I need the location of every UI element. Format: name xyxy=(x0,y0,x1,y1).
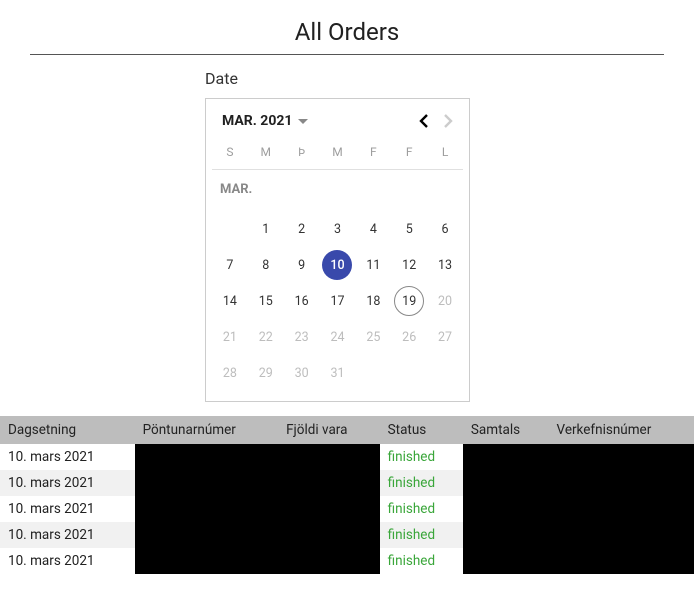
calendar-day[interactable]: 3 xyxy=(320,211,356,247)
calendar-divider xyxy=(212,169,463,170)
calendar-day[interactable]: 16 xyxy=(284,283,320,319)
calendar-day[interactable]: 9 xyxy=(284,247,320,283)
column-header: Dagsetning xyxy=(0,416,135,444)
cell-date: 10. mars 2021 xyxy=(0,496,135,522)
cell-order-number xyxy=(135,522,279,548)
month-selector[interactable]: MAR. 2021 xyxy=(222,113,308,129)
column-header: Pöntunarnúmer xyxy=(135,416,279,444)
calendar-day: 22 xyxy=(248,319,284,355)
column-header: Fjöldi vara xyxy=(278,416,380,444)
calendar-day: 23 xyxy=(284,319,320,355)
calendar-day: 24 xyxy=(320,319,356,355)
cell-project-number xyxy=(549,470,694,496)
table-row: 10. mars 2021 finished xyxy=(0,444,694,470)
cell-status: finished xyxy=(380,548,463,574)
month-nav xyxy=(419,114,453,128)
calendar-day: 25 xyxy=(355,319,391,355)
cell-item-count xyxy=(278,522,380,548)
calendar-day[interactable]: 18 xyxy=(355,283,391,319)
month-abbr-label: MAR. xyxy=(212,180,463,211)
calendar: MAR. 2021 SMÞMFFLMAR.1234567891011121314… xyxy=(205,98,470,402)
calendar-day[interactable]: 19 xyxy=(391,283,427,319)
table-header-row: DagsetningPöntunarnúmerFjöldi varaStatus… xyxy=(0,416,694,444)
calendar-day: 20 xyxy=(427,283,463,319)
cell-date: 10. mars 2021 xyxy=(0,470,135,496)
cell-order-number xyxy=(135,548,279,574)
calendar-day[interactable]: 15 xyxy=(248,283,284,319)
next-month-button xyxy=(443,114,453,128)
calendar-day: 30 xyxy=(284,355,320,391)
page-title: All Orders xyxy=(0,0,694,54)
calendar-day[interactable]: 4 xyxy=(355,211,391,247)
cell-status: finished xyxy=(380,522,463,548)
cell-item-count xyxy=(278,470,380,496)
cell-date: 10. mars 2021 xyxy=(0,444,135,470)
cell-total xyxy=(463,548,549,574)
calendar-day[interactable]: 13 xyxy=(427,247,463,283)
day-of-week-label: Þ xyxy=(284,139,320,169)
cell-order-number xyxy=(135,444,279,470)
cell-total xyxy=(463,522,549,548)
day-of-week-label: L xyxy=(427,139,463,169)
cell-order-number xyxy=(135,470,279,496)
cell-item-count xyxy=(278,444,380,470)
calendar-day[interactable]: 17 xyxy=(320,283,356,319)
cell-status: finished xyxy=(380,444,463,470)
cell-project-number xyxy=(549,496,694,522)
column-header: Samtals xyxy=(463,416,549,444)
cell-total xyxy=(463,444,549,470)
calendar-day[interactable]: 2 xyxy=(284,211,320,247)
cell-status: finished xyxy=(380,496,463,522)
date-field-label: Date xyxy=(205,65,694,98)
calendar-day[interactable]: 10 xyxy=(320,247,356,283)
cell-total xyxy=(463,496,549,522)
day-of-week-label: F xyxy=(391,139,427,169)
orders-table: DagsetningPöntunarnúmerFjöldi varaStatus… xyxy=(0,416,694,574)
calendar-day: 29 xyxy=(248,355,284,391)
calendar-day[interactable]: 6 xyxy=(427,211,463,247)
cell-item-count xyxy=(278,496,380,522)
calendar-day[interactable]: 12 xyxy=(391,247,427,283)
calendar-day[interactable]: 14 xyxy=(212,283,248,319)
cell-status: finished xyxy=(380,470,463,496)
day-of-week-label: F xyxy=(355,139,391,169)
table-row: 10. mars 2021 finished xyxy=(0,548,694,574)
month-label: MAR. 2021 xyxy=(222,113,292,129)
calendar-grid: SMÞMFFLMAR.12345678910111213141516171819… xyxy=(212,139,463,391)
calendar-day: 28 xyxy=(212,355,248,391)
cell-project-number xyxy=(549,444,694,470)
column-header: Status xyxy=(380,416,463,444)
table-row: 10. mars 2021 finished xyxy=(0,522,694,548)
cell-date: 10. mars 2021 xyxy=(0,548,135,574)
calendar-day: 27 xyxy=(427,319,463,355)
table-row: 10. mars 2021 finished xyxy=(0,496,694,522)
calendar-day[interactable]: 1 xyxy=(248,211,284,247)
title-divider xyxy=(30,54,664,55)
table-row: 10. mars 2021 finished xyxy=(0,470,694,496)
cell-item-count xyxy=(278,548,380,574)
calendar-day: 31 xyxy=(320,355,356,391)
cell-total xyxy=(463,470,549,496)
calendar-day: 26 xyxy=(391,319,427,355)
day-of-week-label: M xyxy=(320,139,356,169)
cell-project-number xyxy=(549,548,694,574)
cell-project-number xyxy=(549,522,694,548)
column-header: Verkefnisnúmer xyxy=(549,416,694,444)
prev-month-button[interactable] xyxy=(419,114,429,128)
day-of-week-label: M xyxy=(248,139,284,169)
cell-order-number xyxy=(135,496,279,522)
calendar-day[interactable]: 8 xyxy=(248,247,284,283)
dropdown-icon xyxy=(298,119,308,124)
calendar-header: MAR. 2021 xyxy=(212,113,463,139)
calendar-day[interactable]: 7 xyxy=(212,247,248,283)
calendar-day: 21 xyxy=(212,319,248,355)
calendar-day[interactable]: 11 xyxy=(355,247,391,283)
calendar-day[interactable]: 5 xyxy=(391,211,427,247)
cell-date: 10. mars 2021 xyxy=(0,522,135,548)
day-of-week-label: S xyxy=(212,139,248,169)
